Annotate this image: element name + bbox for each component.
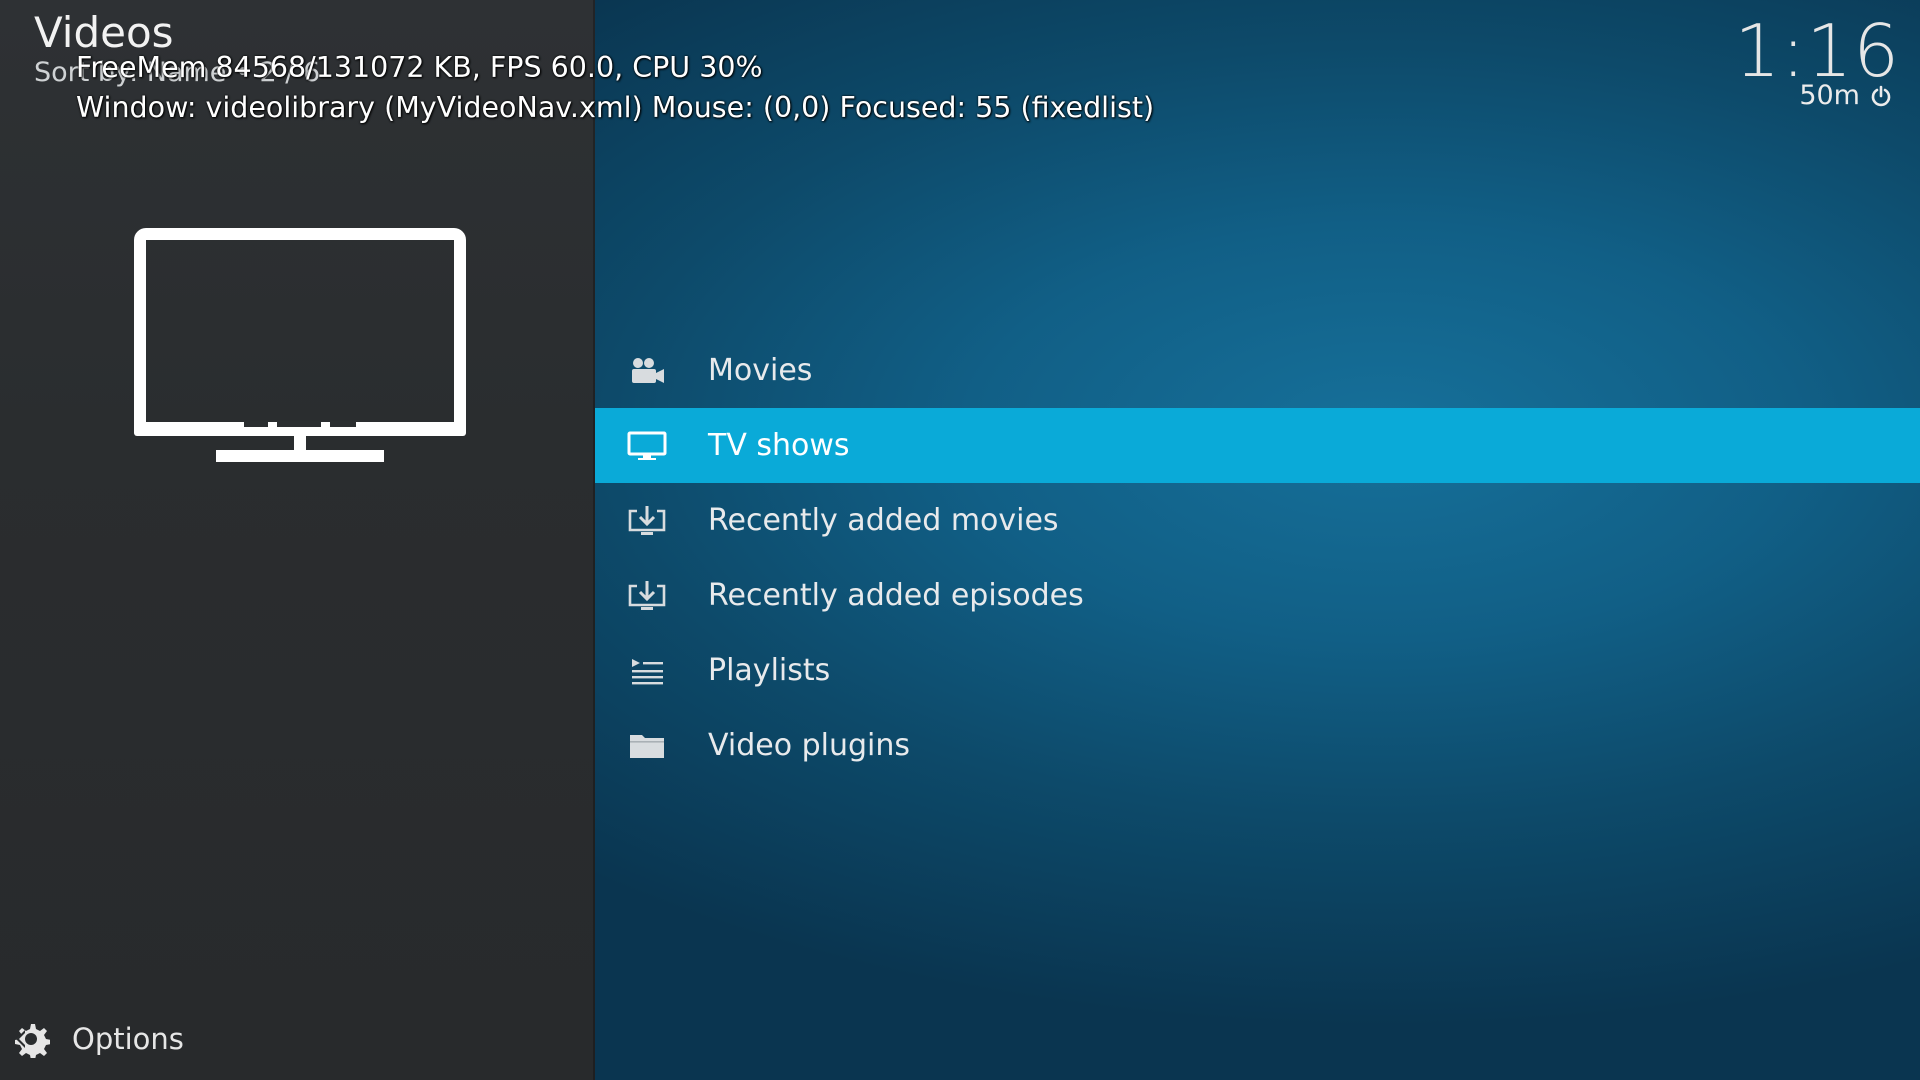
tv-screen-frame xyxy=(134,228,466,436)
menu-item-video-plugins[interactable]: Video plugins xyxy=(595,708,1920,783)
recently-added-icon xyxy=(625,503,669,539)
menu-item-label: Video plugins xyxy=(708,728,911,763)
tv-neck xyxy=(294,436,306,452)
menu-item-recently-added-episodes[interactable]: Recently added episodes xyxy=(595,558,1920,633)
debug-line-window: Window: videolibrary (MyVideoNav.xml) Mo… xyxy=(76,91,1155,124)
menu-item-recently-added-movies[interactable]: Recently added movies xyxy=(595,483,1920,558)
recently-added-icon xyxy=(625,578,669,614)
tv-stand xyxy=(216,450,384,462)
tv-preview-icon xyxy=(134,228,466,462)
kodi-video-library-screen: Videos Sort by: Name • 2 / 6 Options Fre… xyxy=(0,0,1920,1080)
tv-detail xyxy=(277,421,321,427)
playlist-icon xyxy=(625,653,669,689)
menu-item-label: Movies xyxy=(708,353,813,388)
tv-detail xyxy=(244,421,268,427)
menu-item-label: TV shows xyxy=(708,428,850,463)
debug-overlay: FreeMem 84568/131072 KB, FPS 60.0, CPU 3… xyxy=(76,48,1154,128)
debug-line-stats: FreeMem 84568/131072 KB, FPS 60.0, CPU 3… xyxy=(76,51,763,84)
folder-icon xyxy=(625,728,669,764)
left-panel: Videos Sort by: Name • 2 / 6 Options xyxy=(0,0,595,1080)
options-button[interactable]: Options xyxy=(12,1020,184,1058)
menu-item-playlists[interactable]: Playlists xyxy=(595,633,1920,708)
menu-list: Movies TV shows Recently added movies Re… xyxy=(595,333,1920,783)
menu-item-label: Recently added movies xyxy=(708,503,1059,538)
sleep-timer: 50m xyxy=(1799,78,1892,114)
options-gear-icon xyxy=(15,1024,50,1058)
options-label: Options xyxy=(72,1022,184,1056)
menu-item-tv-shows[interactable]: TV shows xyxy=(595,408,1920,483)
tv-detail xyxy=(330,421,356,427)
movie-camera-icon xyxy=(625,353,669,389)
menu-item-label: Recently added episodes xyxy=(708,578,1084,613)
power-icon xyxy=(1871,85,1891,107)
menu-item-movies[interactable]: Movies xyxy=(595,333,1920,408)
tv-icon xyxy=(625,428,669,464)
menu-item-label: Playlists xyxy=(708,653,831,688)
sleep-timer-value: 50m xyxy=(1799,80,1860,111)
